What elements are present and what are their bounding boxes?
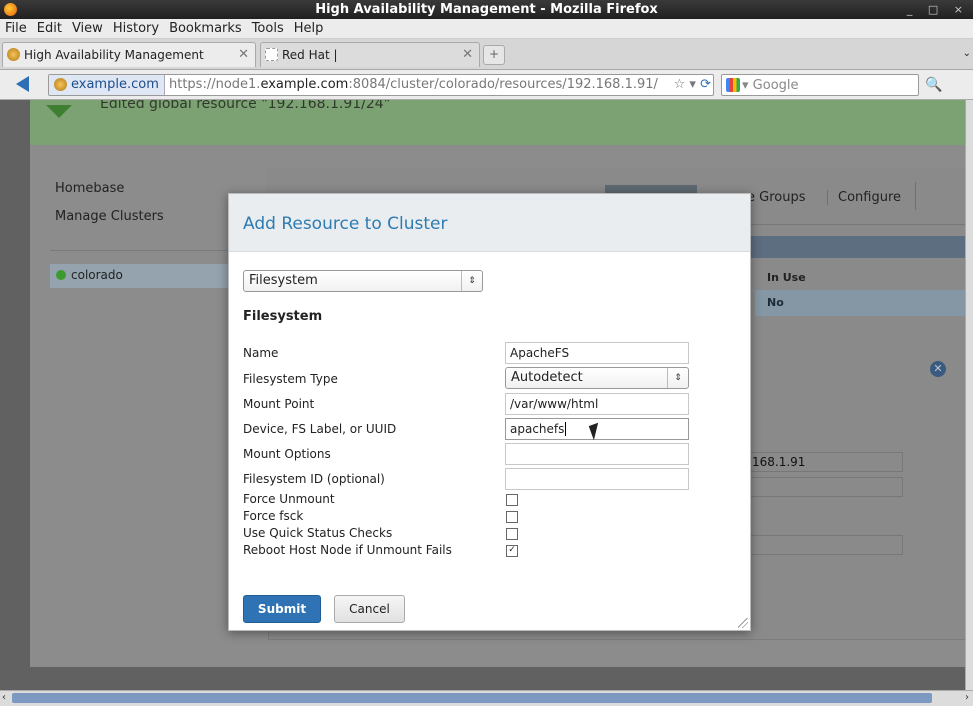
force-unmount-checkbox[interactable] [506, 494, 518, 506]
tab-label: Red Hat | [282, 48, 338, 62]
mount-options-input[interactable] [505, 443, 689, 465]
tab-bar: High Availability Management ✕ Red Hat |… [0, 39, 973, 70]
search-engine-dropdown-icon[interactable]: ▾ [742, 78, 749, 93]
tab-list-chevron-icon[interactable]: ⌄ [963, 48, 971, 59]
tab-redhat[interactable]: Red Hat | ✕ [260, 42, 480, 67]
background-field[interactable] [747, 535, 903, 555]
table-row[interactable]: No [755, 290, 965, 316]
quick-status-label: Use Quick Status Checks [243, 526, 393, 540]
url-prefix: https://node1. [169, 77, 261, 92]
navigation-bar: example.com https://node1.example.com:80… [0, 70, 973, 100]
bookmark-star-icon[interactable]: ☆ [674, 77, 686, 92]
success-notice: Edited global resource "192.168.1.91/24" [30, 100, 965, 145]
device-label: Device, FS Label, or UUID [243, 422, 397, 436]
checkmark-icon [46, 105, 72, 118]
firefox-icon [4, 3, 17, 16]
menu-view[interactable]: View [67, 19, 108, 38]
close-tab-icon[interactable]: ✕ [238, 43, 249, 67]
quick-status-checkbox[interactable] [506, 528, 518, 540]
nav-manage-clusters[interactable]: Manage Clusters [55, 209, 164, 224]
cancel-button[interactable]: Cancel [334, 595, 405, 623]
submit-button[interactable]: Submit [243, 595, 321, 623]
fsid-input[interactable] [505, 468, 689, 490]
horizontal-scrollbar[interactable]: ‹ › [0, 690, 973, 706]
dialog-title: Add Resource to Cluster [243, 214, 448, 234]
text-caret [565, 422, 567, 436]
window-titlebar: High Availability Management - Mozilla F… [0, 0, 973, 19]
fstype-select[interactable]: Autodetect ⇕ [505, 367, 689, 389]
in-use-cell: No [767, 296, 784, 309]
select-arrows-icon: ⇕ [667, 368, 688, 388]
divider [915, 182, 916, 210]
force-fsck-label: Force fsck [243, 509, 304, 523]
menu-file[interactable]: File [0, 19, 32, 38]
force-fsck-checkbox[interactable] [506, 511, 518, 523]
menubar: File Edit View History Bookmarks Tools Help [0, 19, 973, 39]
notice-text: Edited global resource "192.168.1.91/24" [100, 100, 391, 112]
site-identity[interactable]: example.com [49, 75, 165, 95]
reboot-host-checkbox[interactable]: ✓ [506, 545, 518, 557]
conga-icon [7, 48, 20, 61]
blank-page-icon [265, 48, 278, 61]
google-icon [726, 78, 740, 92]
fsid-label: Filesystem ID (optional) [243, 472, 385, 486]
select-arrows-icon: ⇕ [461, 271, 482, 291]
checkmark-icon: ✓ [508, 545, 516, 555]
in-use-column-header: In Use [767, 271, 806, 284]
scroll-right-icon[interactable]: › [965, 692, 969, 703]
site-icon [54, 78, 67, 91]
reboot-host-label: Reboot Host Node if Unmount Fails [243, 543, 452, 557]
name-label: Name [243, 346, 279, 360]
add-resource-dialog: Add Resource to Cluster Filesystem ⇕ Fil… [228, 193, 751, 631]
menu-tools[interactable]: Tools [247, 19, 289, 38]
url-suffix: :8084/cluster/colorado/resources/192.168… [348, 77, 658, 92]
window-title: High Availability Management - Mozilla F… [315, 2, 658, 17]
ip-address-field[interactable]: 168.1.91 [747, 452, 903, 472]
search-placeholder: Google [752, 78, 799, 93]
fstype-label: Filesystem Type [243, 372, 338, 386]
dialog-header: Add Resource to Cluster [229, 194, 750, 252]
menu-history[interactable]: History [108, 19, 164, 38]
resource-type-select[interactable]: Filesystem ⇕ [243, 270, 483, 292]
binoculars-icon[interactable]: 🔍 [925, 77, 942, 93]
name-input[interactable]: ApacheFS [505, 342, 689, 364]
menu-bookmarks[interactable]: Bookmarks [164, 19, 247, 38]
tab-configure[interactable]: Configure [827, 190, 901, 205]
mount-options-label: Mount Options [243, 447, 331, 461]
mount-point-input[interactable]: /var/www/html [505, 393, 689, 415]
tab-label: High Availability Management [24, 48, 204, 62]
section-title: Filesystem [243, 309, 323, 324]
new-tab-button[interactable]: + [483, 45, 505, 65]
tab-service-groups[interactable]: e Groups [747, 190, 805, 205]
history-dropdown-icon[interactable]: ▾ [689, 77, 696, 92]
vertical-scrollbar[interactable] [965, 100, 973, 690]
search-bar[interactable]: ▾ Google [721, 74, 919, 96]
scroll-left-icon[interactable]: ‹ [2, 692, 6, 703]
mount-point-label: Mount Point [243, 397, 315, 411]
status-dot-icon [56, 270, 66, 280]
left-navigation: Homebase Manage Clusters [55, 181, 164, 237]
reload-icon[interactable]: ⟳ [700, 77, 711, 92]
scrollbar-thumb[interactable] [12, 693, 932, 703]
tab-ha-management[interactable]: High Availability Management ✕ [2, 42, 256, 67]
back-arrow-icon[interactable] [16, 76, 29, 92]
menu-edit[interactable]: Edit [32, 19, 67, 38]
window-controls[interactable]: _ □ × [907, 0, 969, 19]
close-tab-icon[interactable]: ✕ [462, 43, 473, 67]
netmask-field[interactable] [747, 477, 903, 497]
close-panel-icon[interactable]: ✕ [930, 361, 946, 377]
url-domain: example.com [260, 77, 349, 92]
force-unmount-label: Force Unmount [243, 492, 335, 506]
menu-help[interactable]: Help [289, 19, 329, 38]
nav-homebase[interactable]: Homebase [55, 181, 164, 196]
url-bar[interactable]: example.com https://node1.example.com:80… [48, 74, 714, 96]
resize-grip-icon[interactable] [738, 618, 748, 628]
